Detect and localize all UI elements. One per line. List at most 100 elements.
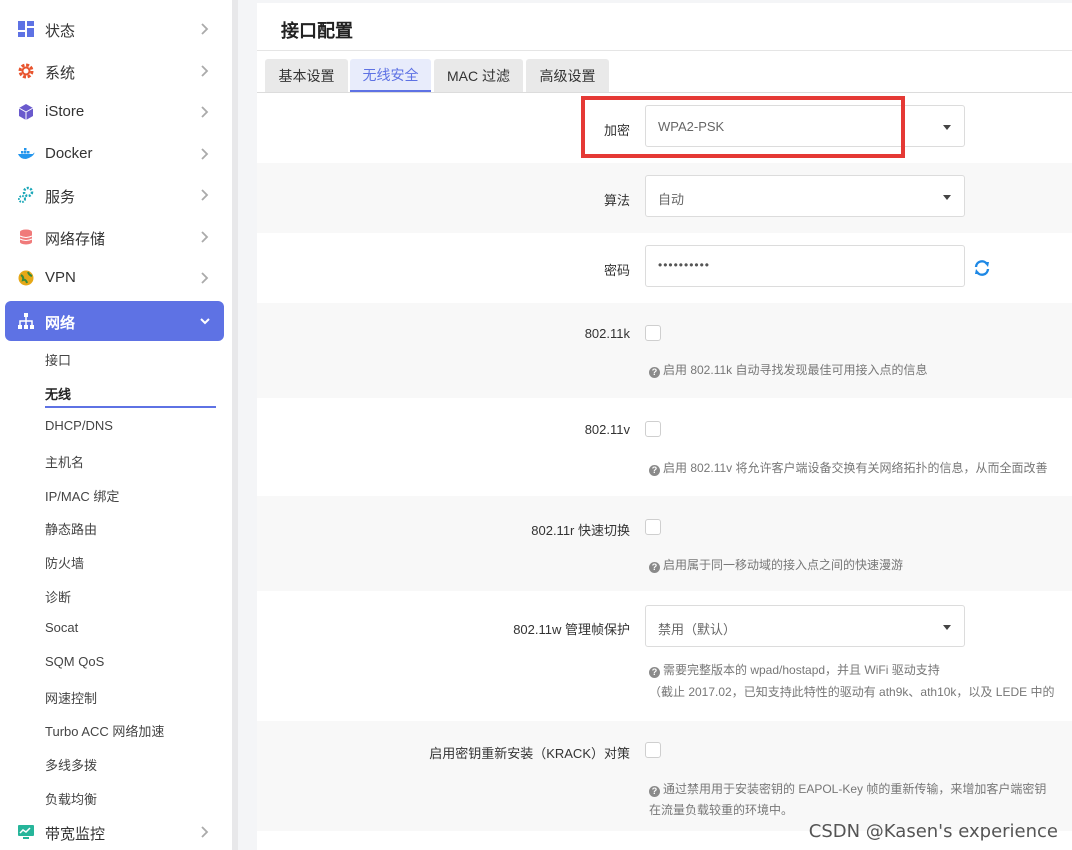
watermark: CSDN @Kasen's experience — [808, 821, 1058, 842]
krack-help: ? 通过禁用用于安装密钥的 EAPOL-Key 帧的重新传输，来增加客户端密钥 — [649, 780, 1046, 797]
help-icon: ? — [649, 367, 660, 378]
cube-icon — [18, 104, 34, 120]
title-divider — [257, 50, 1072, 51]
services-icon — [18, 186, 34, 203]
80211w-help-text: 需要完整版本的 wpad/hostapd，并且 WiFi 驱动支持 — [663, 663, 940, 677]
subitem-sqm-qos[interactable]: SQM QoS — [45, 654, 104, 669]
subitem-diagnostics[interactable]: 诊断 — [45, 587, 71, 606]
subitem-firewall[interactable]: 防火墙 — [45, 553, 84, 572]
password-value: •••••••••• — [658, 258, 711, 272]
sidebar-item-status[interactable]: 状态 — [5, 9, 224, 49]
tab-basic-settings[interactable]: 基本设置 — [265, 59, 348, 92]
subitem-socat[interactable]: Socat — [45, 620, 78, 635]
monitor-icon — [18, 825, 34, 839]
80211r-label: 802.11r 快速切换 — [531, 523, 630, 538]
sidebar-item-label: Docker — [45, 145, 93, 162]
80211r-help-text: 启用属于同一移动域的接入点之间的快速漫游 — [663, 558, 904, 572]
krack-label: 启用密钥重新安装（KRACK）对策 — [429, 746, 630, 761]
sidebar-item-label: 带宽监控 — [45, 826, 106, 843]
cipher-label: 算法 — [603, 193, 630, 208]
chevron-right-icon — [201, 106, 209, 118]
subitem-multi-dial[interactable]: 多线多拨 — [45, 755, 97, 774]
gear-icon — [18, 63, 34, 79]
row-krack: 启用密钥重新安装（KRACK）对策 ? 通过禁用用于安装密钥的 EAPOL-Key… — [257, 721, 1072, 831]
chevron-right-icon — [201, 65, 209, 77]
password-label: 密码 — [603, 263, 630, 278]
help-icon: ? — [649, 562, 660, 573]
row-password: 密码 •••••••••• — [257, 233, 1072, 303]
chevron-down-icon — [200, 318, 210, 325]
cipher-select[interactable]: 自动 — [645, 175, 965, 217]
database-icon — [19, 229, 33, 245]
krack-checkbox[interactable] — [645, 742, 661, 758]
sidebar-item-label: 网络 — [45, 315, 76, 332]
help-icon: ? — [649, 465, 660, 476]
subitem-ip-mac-binding[interactable]: IP/MAC 绑定 — [45, 486, 119, 505]
help-icon: ? — [649, 667, 660, 678]
80211w-label: 802.11w 管理帧保护 — [513, 622, 630, 637]
subitem-turbo-acc[interactable]: Turbo ACC 网络加速 — [45, 721, 164, 740]
subitem-load-balance[interactable]: 负载均衡 — [45, 789, 97, 808]
sidebar-item-services[interactable]: 服务 — [5, 175, 224, 215]
80211k-label: 802.11k — [584, 326, 630, 341]
krack-help-text: 通过禁用用于安装密钥的 EAPOL-Key 帧的重新传输，来增加客户端密钥 — [663, 782, 1047, 796]
sidebar-item-label: 网络存储 — [45, 231, 106, 248]
sidebar-item-label: 服务 — [45, 189, 76, 206]
sidebar-item-system[interactable]: 系统 — [5, 51, 224, 91]
sidebar-item-storage[interactable]: 网络存储 — [5, 217, 224, 257]
sidebar-item-label: iStore — [45, 103, 85, 120]
row-80211v: 802.11v ? 启用 802.11v 将允许客户端设备交换有关网络拓扑的信息，… — [257, 398, 1072, 496]
80211w-help-continued: （截止 2017.02，已知支持此特性的驱动有 ath9k、ath10k，以及 … — [649, 685, 1055, 699]
subitem-dhcp-dns[interactable]: DHCP/DNS — [45, 418, 113, 433]
help-icon: ? — [649, 786, 660, 797]
dropdown-caret-icon — [943, 195, 951, 200]
chevron-right-icon — [201, 231, 209, 243]
highlight-annotation-box — [581, 96, 905, 158]
subitem-speed-control[interactable]: 网速控制 — [45, 688, 97, 707]
active-subitem-underline — [45, 406, 216, 408]
sidebar-item-label: VPN — [45, 269, 76, 286]
dropdown-caret-icon — [943, 125, 951, 130]
row-cipher: 算法 自动 — [257, 163, 1072, 233]
sidebar-item-vpn[interactable]: VPN — [5, 258, 224, 298]
80211k-checkbox[interactable] — [645, 325, 661, 341]
subitem-hostname[interactable]: 主机名 — [45, 452, 84, 471]
tab-advanced-settings[interactable]: 高级设置 — [526, 59, 609, 92]
sidebar-item-bandwidth-monitor[interactable]: 带宽监控 — [5, 812, 224, 850]
sidebar-item-label: 系统 — [45, 65, 76, 82]
80211w-help: ? 需要完整版本的 wpad/hostapd，并且 WiFi 驱动支持 — [649, 661, 940, 678]
tab-wireless-security[interactable]: 无线安全 — [350, 59, 431, 92]
sidebar-item-docker[interactable]: Docker — [5, 134, 224, 174]
subitem-interface[interactable]: 接口 — [45, 350, 71, 369]
80211k-help-text: 启用 802.11k 自动寻找发现最佳可用接入点的信息 — [663, 363, 928, 377]
subitem-static-routes[interactable]: 静态路由 — [45, 519, 97, 538]
password-input[interactable]: •••••••••• — [645, 245, 965, 287]
tab-mac-filter[interactable]: MAC 过滤 — [434, 59, 523, 92]
80211r-help: ? 启用属于同一移动域的接入点之间的快速漫游 — [649, 556, 903, 573]
page-title: 接口配置 — [281, 21, 353, 41]
chevron-right-icon — [201, 826, 209, 838]
row-80211k: 802.11k ? 启用 802.11k 自动寻找发现最佳可用接入点的信息 — [257, 303, 1072, 398]
chevron-right-icon — [201, 148, 209, 160]
80211v-help: ? 启用 802.11v 将允许客户端设备交换有关网络拓扑的信息，从而全面改善 — [649, 459, 1047, 476]
sidebar-item-istore[interactable]: iStore — [5, 92, 224, 132]
refresh-icon[interactable] — [973, 259, 991, 277]
dashboard-icon — [18, 21, 34, 37]
cipher-value: 自动 — [658, 192, 685, 207]
80211w-select[interactable]: 禁用（默认） — [645, 605, 965, 647]
80211k-help: ? 启用 802.11k 自动寻找发现最佳可用接入点的信息 — [649, 361, 927, 378]
80211v-help-text: 启用 802.11v 将允许客户端设备交换有关网络拓扑的信息，从而全面改善 — [663, 461, 1048, 475]
docker-icon — [18, 148, 35, 159]
krack-help-continued: 在流量负载较重的环境中。 — [649, 803, 794, 817]
subitem-wireless[interactable]: 无线 — [45, 384, 71, 403]
80211r-checkbox[interactable] — [645, 519, 661, 535]
network-icon — [18, 313, 34, 329]
row-80211w: 802.11w 管理帧保护 禁用（默认） ? 需要完整版本的 wpad/hosta… — [257, 591, 1072, 721]
sidebar-item-network[interactable]: 网络 — [5, 301, 224, 341]
80211v-checkbox[interactable] — [645, 421, 661, 437]
row-80211r: 802.11r 快速切换 ? 启用属于同一移动域的接入点之间的快速漫游 — [257, 496, 1072, 591]
vpn-icon — [18, 270, 34, 286]
sidebar-scrollbar[interactable] — [232, 0, 238, 850]
chevron-right-icon — [201, 272, 209, 284]
chevron-right-icon — [201, 23, 209, 35]
